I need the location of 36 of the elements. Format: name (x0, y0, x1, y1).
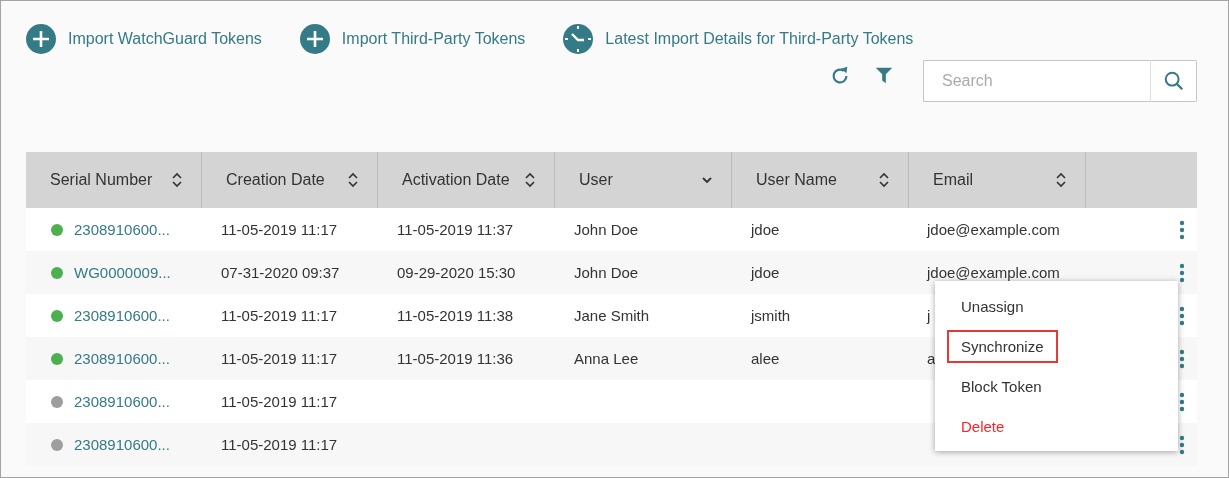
table-cell: 11-05-2019 11:17 (221, 436, 338, 453)
menu-item[interactable]: Synchronize (947, 329, 1058, 363)
action-link[interactable]: Import Third-Party Tokens (299, 24, 526, 54)
table-cell: 11-05-2019 11:17 (221, 307, 338, 324)
search-field[interactable]: Search (923, 60, 1151, 102)
serial-link[interactable]: WG0000009... (74, 264, 171, 281)
table-cell: 11-05-2019 11:17 (221, 393, 338, 410)
table-cell: a (927, 350, 936, 367)
table-cell: Jane Smith (574, 307, 650, 324)
serial-link[interactable]: 2308910600... (74, 393, 170, 410)
table-cell: 11-05-2019 11:17 (221, 350, 338, 367)
table-cell: 11-05-2019 11:38 (397, 307, 514, 324)
table-cell: jdoe (751, 264, 780, 281)
table-cell: Anna Lee (574, 350, 639, 367)
table-cell: 11-05-2019 11:37 (397, 221, 514, 238)
serial-link[interactable]: 2308910600... (74, 307, 170, 324)
serial-link[interactable]: 2308910600... (74, 221, 170, 238)
table-cell: 11-05-2019 11:36 (397, 350, 514, 367)
menu-item[interactable]: Unassign (947, 289, 1038, 323)
table-cell: John Doe (574, 221, 639, 238)
table-cell: 11-05-2019 11:17 (221, 221, 338, 238)
table-cell: j (927, 307, 931, 324)
table-cell: 07-31-2020 09:37 (221, 264, 340, 281)
menu-item[interactable]: Block Token (947, 369, 1056, 403)
table-cell: jdoe@example.com (927, 264, 1060, 281)
table-cell: jdoe (751, 221, 780, 238)
serial-link[interactable]: 2308910600... (74, 350, 170, 367)
table-cell: jdoe@example.com (927, 221, 1060, 238)
menu-item[interactable]: Delete (947, 409, 1019, 443)
action-link[interactable]: Latest Import Details for Third-Party Tokens (563, 24, 914, 54)
table-cell: jsmith (751, 307, 791, 324)
table-cell: John Doe (574, 264, 639, 281)
table-cell: 09-29-2020 15:30 (397, 264, 516, 281)
serial-link[interactable]: 2308910600... (74, 436, 170, 453)
table-cell: alee (751, 350, 780, 367)
action-link[interactable]: Import WatchGuard Tokens (26, 24, 262, 54)
